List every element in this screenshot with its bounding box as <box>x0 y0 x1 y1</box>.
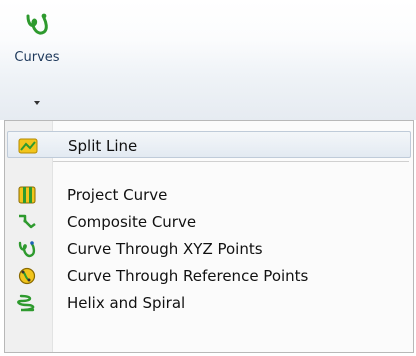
menu-item-label: Curve Through Reference Points <box>67 267 309 285</box>
curves-button[interactable]: Curves <box>6 6 68 74</box>
curves-icon <box>26 13 48 35</box>
curve-xyz-points-icon <box>18 241 36 258</box>
menu-item-label: Helix and Spiral <box>67 294 186 312</box>
menu-item-label: Curve Through XYZ Points <box>67 240 263 258</box>
menu-item-label: Project Curve <box>67 186 168 204</box>
menu-item-composite-curve[interactable]: Composite Curve <box>7 208 411 235</box>
menu-item-curve-xyz-points[interactable]: Curve Through XYZ Points <box>7 235 411 262</box>
menu-separator <box>53 161 409 162</box>
menu-item-split-line[interactable]: Split Line <box>7 131 411 158</box>
menu-item-helix-spiral[interactable]: Helix and Spiral <box>7 289 411 316</box>
ribbon-panel: Curves <box>0 0 416 120</box>
curves-dropdown-menu: Split Line Project Curve Composite Curve… <box>4 120 414 353</box>
menu-item-curve-reference-points[interactable]: Curve Through Reference Points <box>7 262 411 289</box>
project-curve-icon <box>18 186 36 204</box>
dropdown-arrow-icon[interactable] <box>34 101 40 105</box>
menu-item-project-curve[interactable]: Project Curve <box>7 181 411 208</box>
curves-label: Curves <box>14 50 60 65</box>
split-line-icon <box>18 138 38 154</box>
curve-reference-points-icon <box>18 267 36 285</box>
menu-item-label: Composite Curve <box>67 213 197 231</box>
composite-curve-icon <box>19 214 36 229</box>
helix-spiral-icon <box>17 294 35 312</box>
menu-item-label: Split Line <box>68 137 138 155</box>
